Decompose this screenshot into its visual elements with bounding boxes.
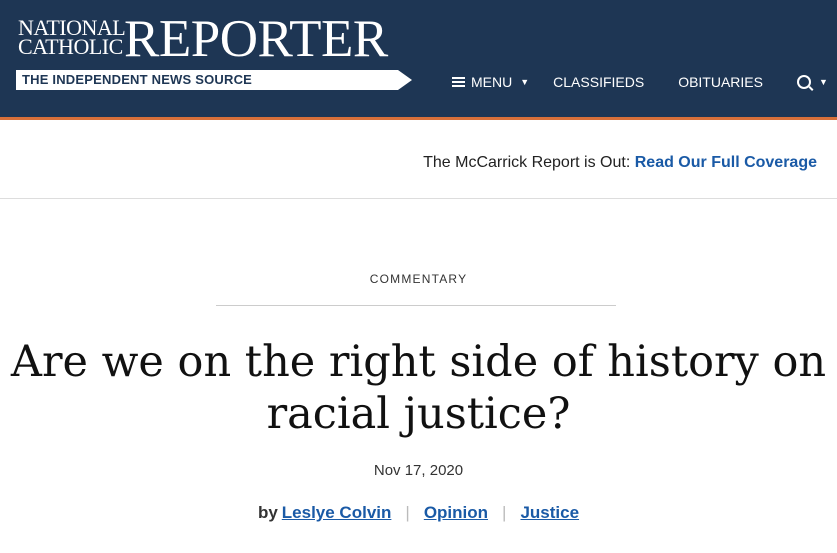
section-link[interactable]: Opinion [424,503,488,523]
search-icon [796,75,811,89]
article-kicker[interactable]: COMMENTARY [0,272,837,286]
topic-link[interactable]: Justice [520,503,579,523]
site-header: NATIONAL CATHOLIC REPORTER THE INDEPENDE… [0,0,837,120]
article-headline: Are we on the right side of history on r… [10,337,827,439]
promo-strip: The McCarrick Report is Out: Read Our Fu… [0,120,837,199]
tagline-text: THE INDEPENDENT NEWS SOURCE [22,72,253,87]
byline-separator: | [502,503,507,522]
chevron-down-icon: ▼ [818,77,828,87]
tagline-banner: THE INDEPENDENT NEWS SOURCE [16,70,412,90]
kicker-divider [216,305,616,306]
article-byline: by Leslye Colvin | Opinion | Justice [0,503,837,523]
logo-line-catholic: CATHOLIC [18,34,123,59]
nav-obituaries[interactable]: OBITUARIES [678,74,763,90]
promo-text: The McCarrick Report is Out: [423,154,631,171]
main-nav: MENU ▼ CLASSIFIEDS OBITUARIES ▼ [452,74,828,90]
search-button[interactable]: ▼ [796,75,828,89]
promo-link[interactable]: Read Our Full Coverage [635,154,817,171]
promo-message: The McCarrick Report is Out: Read Our Fu… [423,154,817,172]
hamburger-icon [452,75,465,89]
menu-button[interactable]: MENU ▼ [452,74,529,90]
byline-separator: | [405,503,410,522]
byline-label: by [257,503,278,522]
logo-reporter: REPORTER [124,10,388,68]
chevron-down-icon: ▼ [520,77,530,87]
menu-label: MENU [471,74,513,90]
logo-small-text: NATIONAL CATHOLIC [18,17,126,59]
author-link[interactable]: Leslye Colvin [282,503,392,523]
nav-classifieds[interactable]: CLASSIFIEDS [553,74,644,90]
article-date: Nov 17, 2020 [373,462,464,479]
